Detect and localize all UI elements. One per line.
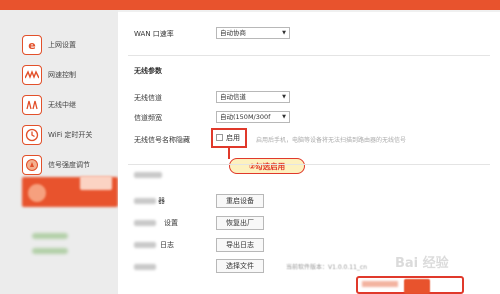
export-log-button[interactable]: 导出日志: [216, 238, 264, 252]
sidebar-item-label: 无线中继: [48, 101, 76, 109]
log-row-label: 日志: [160, 241, 174, 249]
top-bar: [0, 0, 500, 10]
sidebar-item-label: 信号强度调节: [48, 161, 90, 169]
divider: [128, 55, 490, 56]
wan-speed-value: 自动协商: [220, 29, 246, 37]
relay-icon: [22, 95, 42, 115]
divider: [128, 164, 490, 165]
blurred-label: [134, 264, 156, 270]
chevron-down-icon: ▼: [282, 30, 286, 36]
bandwidth-select[interactable]: 自动(150M/300f ▼: [216, 111, 290, 123]
wifi-timer-icon: [22, 125, 42, 145]
callout-connector: [228, 148, 230, 159]
sidebar-item-label: WiFi 定时开关: [48, 131, 93, 139]
channel-label: 无线信道: [134, 94, 162, 102]
blurred-label: [134, 242, 156, 248]
hide-ssid-label: 无线信号名称隐藏: [134, 136, 190, 144]
sidebar-item-wifi-timer[interactable]: WiFi 定时开关: [22, 122, 114, 148]
reboot-row-label: 器: [158, 197, 165, 205]
wireless-section-title: 无线参数: [134, 67, 162, 75]
sidebar-item-internet-settings[interactable]: e 上网设置: [22, 32, 114, 58]
sidebar-item-signal-strength[interactable]: 信号强度调节: [22, 152, 114, 178]
save-button[interactable]: [404, 279, 430, 294]
sidebar-item-wireless-relay[interactable]: 无线中继: [22, 92, 114, 118]
e-icon: e: [22, 35, 42, 55]
speed-icon: [22, 65, 42, 85]
signal-icon: [22, 155, 42, 175]
blurred-icon: [28, 184, 46, 202]
reset-row-label: 设置: [164, 219, 178, 227]
wan-speed-label: WAN 口速率: [134, 30, 174, 38]
choose-file-button[interactable]: 选择文件: [216, 259, 264, 273]
blurred-annotation: [362, 281, 398, 287]
sidebar-item-label: 上网设置: [48, 41, 76, 49]
blurred-section-title: [134, 172, 162, 178]
blurred-status-row: [32, 233, 68, 239]
software-version: 当前软件版本：V1.0.0.11_cn: [286, 264, 368, 271]
channel-select[interactable]: 自动信道 ▼: [216, 91, 290, 103]
sidebar-item-label: 网速控制: [48, 71, 76, 79]
bandwidth-value: 自动(150M/300f: [220, 113, 271, 121]
hide-ssid-hint: 启用后手机，电脑等设备将无法扫描到路由器的无线信号: [256, 137, 407, 144]
channel-value: 自动信道: [220, 93, 246, 101]
wan-speed-select[interactable]: 自动协商 ▼: [216, 27, 290, 39]
sidebar-item-speed-control[interactable]: 网速控制: [22, 62, 114, 88]
chevron-down-icon: ▼: [282, 94, 286, 100]
chevron-down-icon: ▼: [282, 114, 286, 120]
hide-ssid-option-label[interactable]: 启用: [226, 133, 240, 143]
blurred-status-row: [32, 248, 68, 254]
bandwidth-label: 信道频宽: [134, 114, 162, 122]
blurred-annotation: [80, 176, 112, 190]
reboot-button[interactable]: 重启设备: [216, 194, 264, 208]
blurred-label: [134, 198, 156, 204]
annotation-callout: ②勾选启用: [229, 158, 305, 174]
factory-reset-button[interactable]: 恢复出厂: [216, 216, 264, 230]
hide-ssid-checkbox[interactable]: [216, 134, 223, 141]
watermark: Bai 经验: [395, 256, 449, 271]
blurred-label: [134, 220, 156, 226]
